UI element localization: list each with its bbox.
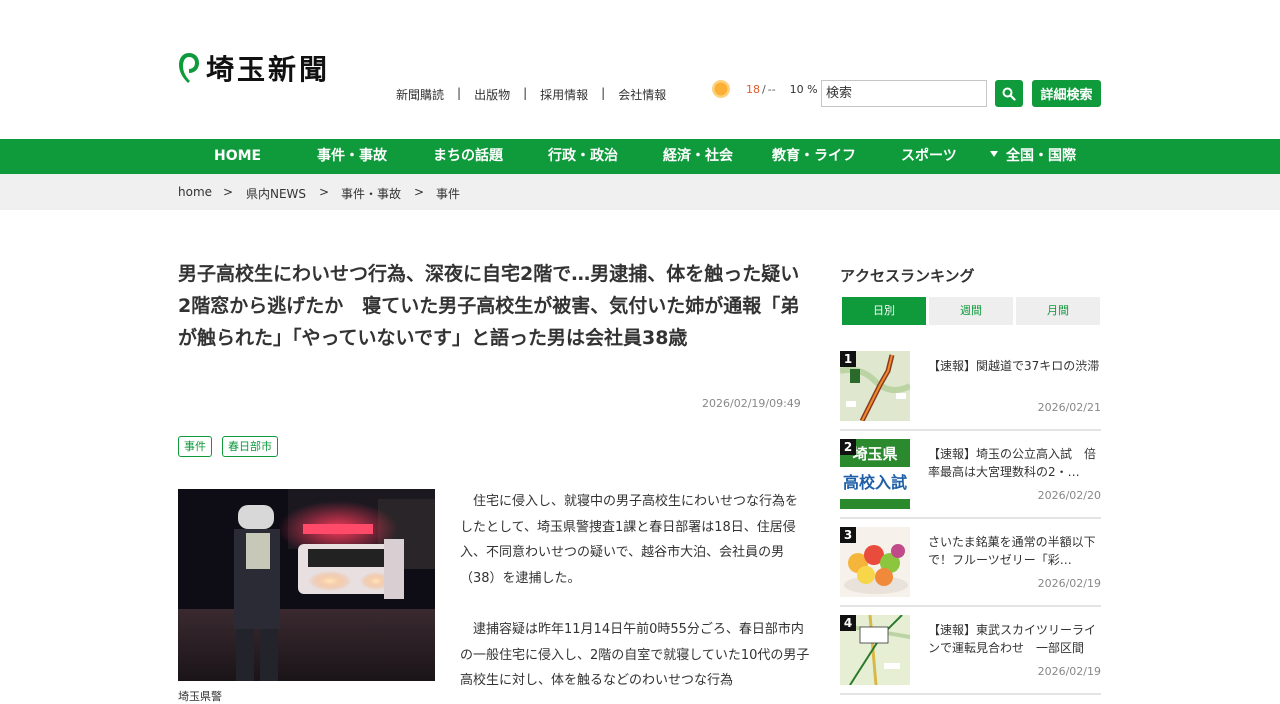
breadcrumb: home > 県内NEWS > 事件・事故 > 事件	[0, 174, 1280, 210]
logo-mark-icon	[179, 53, 199, 83]
ranking-thumbnail: 1	[840, 351, 910, 421]
rank-number: 3	[840, 527, 856, 543]
weather-widget: 18 / -- 10 %	[712, 80, 818, 98]
breadcrumb-current: 事件	[436, 187, 461, 201]
temp-high: 18	[746, 82, 760, 96]
nav-item-economy[interactable]: 経済・社会	[663, 139, 733, 174]
nav-item-politics[interactable]: 行政・政治	[548, 139, 618, 174]
ranking-thumbnail: 埼玉県 高校入試 2	[840, 439, 910, 509]
ranking-divider	[840, 693, 1101, 695]
police-scene-image	[178, 489, 435, 681]
ranking-item-title: 【速報】関越道で37キロの渋滞	[928, 359, 1100, 373]
site-header: 埼玉新聞 新聞購読 | 出版物 | 採用情報 | 会社情報 18 / -- 10…	[0, 0, 1280, 139]
ranking-tab-monthly[interactable]: 月間	[1016, 297, 1100, 325]
article-paragraph: 住宅に侵入し、就寝中の男子高校生にわいせつな行為をしたとして、埼玉県警捜査1課と…	[460, 494, 799, 586]
article-title: 男子高校生にわいせつ行為、深夜に自宅2階で…男逮捕、体を触った疑い 2階窓から逃…	[178, 263, 819, 349]
caret-down-icon	[990, 151, 998, 157]
breadcrumb-local-news[interactable]: 県内NEWS	[246, 185, 306, 202]
search-input[interactable]	[821, 80, 987, 107]
ranking-divider	[840, 605, 1101, 607]
article-paragraph: 逮捕容疑は昨年11月14日午前0時55分ごろ、春日部市内の一般住宅に侵入し、2階…	[460, 622, 810, 688]
ranking-divider	[840, 517, 1101, 519]
nav-item-national-label: 全国・国際	[1006, 148, 1076, 164]
util-link-subscribe[interactable]: 新聞購読	[396, 86, 444, 103]
util-separator: |	[457, 86, 462, 100]
ranking-thumbnail: 4	[840, 615, 910, 685]
nav-item-town-topics[interactable]: まちの話題	[433, 139, 503, 174]
temp-separator: /	[762, 82, 766, 96]
ranking-divider	[840, 429, 1101, 431]
ranking-item[interactable]: 1 【速報】関越道で37キロの渋滞 2026/02/21	[840, 351, 1101, 421]
nav-item-home[interactable]: HOME	[214, 139, 261, 174]
logo-text: 埼玉新聞	[206, 53, 331, 86]
ranking-tab-daily[interactable]: 日別	[842, 297, 926, 325]
photo-caption: 埼玉県警	[178, 690, 222, 703]
ranking-item[interactable]: 4 【速報】東武スカイツリーラインで運転見合わせ 一部区間 2026/02/19	[840, 615, 1101, 685]
util-separator: |	[523, 86, 528, 100]
article-date: 2026/02/19/09:49	[702, 397, 801, 410]
thumbnail-text-bottom: 高校入試	[842, 473, 907, 492]
util-link-publications[interactable]: 出版物	[474, 86, 510, 103]
site-logo[interactable]: 埼玉新聞	[178, 48, 330, 88]
nav-item-education[interactable]: 教育・ライフ	[772, 139, 856, 174]
ranking-item-title: 【速報】東武スカイツリーラインで運転見合わせ 一部区間	[928, 623, 1097, 655]
temp-low: --	[767, 82, 776, 96]
nav-item-incidents[interactable]: 事件・事故	[317, 139, 387, 174]
global-nav: HOME 事件・事故 まちの話題 行政・政治 経済・社会 教育・ライフ スポーツ…	[0, 139, 1280, 174]
ranking-item-date: 2026/02/19	[1037, 577, 1101, 590]
ranking-title: アクセスランキング	[840, 267, 975, 285]
breadcrumb-separator: >	[414, 185, 425, 199]
utility-links: 新聞購読 | 出版物 | 採用情報 | 会社情報	[396, 86, 666, 103]
thumbnail-band	[840, 499, 910, 509]
ranking-item-date: 2026/02/20	[1037, 489, 1101, 502]
ranking-tab-weekly[interactable]: 週間	[929, 297, 1013, 325]
ranking-item[interactable]: 3 さいたま銘菓を通常の半額以下で！フルーツゼリー「彩… 2026/02/19	[840, 527, 1101, 597]
nav-item-national[interactable]: 全国・国際	[990, 139, 1076, 174]
rank-number: 2	[840, 439, 856, 455]
ranking-item-title: さいたま銘菓を通常の半額以下で！フルーツゼリー「彩…	[928, 535, 1096, 567]
breadcrumb-home[interactable]: home	[178, 185, 212, 199]
search-button[interactable]	[995, 80, 1023, 107]
article-photo	[178, 489, 435, 681]
tag-kasukabe[interactable]: 春日部市	[222, 436, 278, 457]
search-icon	[1002, 87, 1016, 101]
breadcrumb-separator: >	[319, 185, 330, 199]
ranking-item[interactable]: 埼玉県 高校入試 2 【速報】埼玉の公立高入試 倍率最高は大宮理数科の2・… 2…	[840, 439, 1101, 509]
rank-number: 4	[840, 615, 856, 631]
nav-item-sports[interactable]: スポーツ	[901, 139, 957, 174]
sun-icon	[712, 80, 730, 98]
ranking-thumbnail: 3	[840, 527, 910, 597]
rank-number: 1	[840, 351, 856, 367]
ranking-item-date: 2026/02/21	[1037, 401, 1101, 414]
advanced-search-button[interactable]: 詳細検索	[1032, 80, 1101, 107]
tag-incident[interactable]: 事件	[178, 436, 212, 457]
util-link-company[interactable]: 会社情報	[618, 86, 666, 103]
rain-probability: 10 %	[789, 82, 818, 96]
ranking-item-date: 2026/02/19	[1037, 665, 1101, 678]
util-link-recruit[interactable]: 採用情報	[540, 86, 588, 103]
util-separator: |	[601, 86, 606, 100]
ranking-item-title: 【速報】埼玉の公立高入試 倍率最高は大宮理数科の2・…	[928, 447, 1097, 479]
breadcrumb-incidents[interactable]: 事件・事故	[341, 185, 401, 202]
breadcrumb-separator: >	[223, 185, 234, 199]
